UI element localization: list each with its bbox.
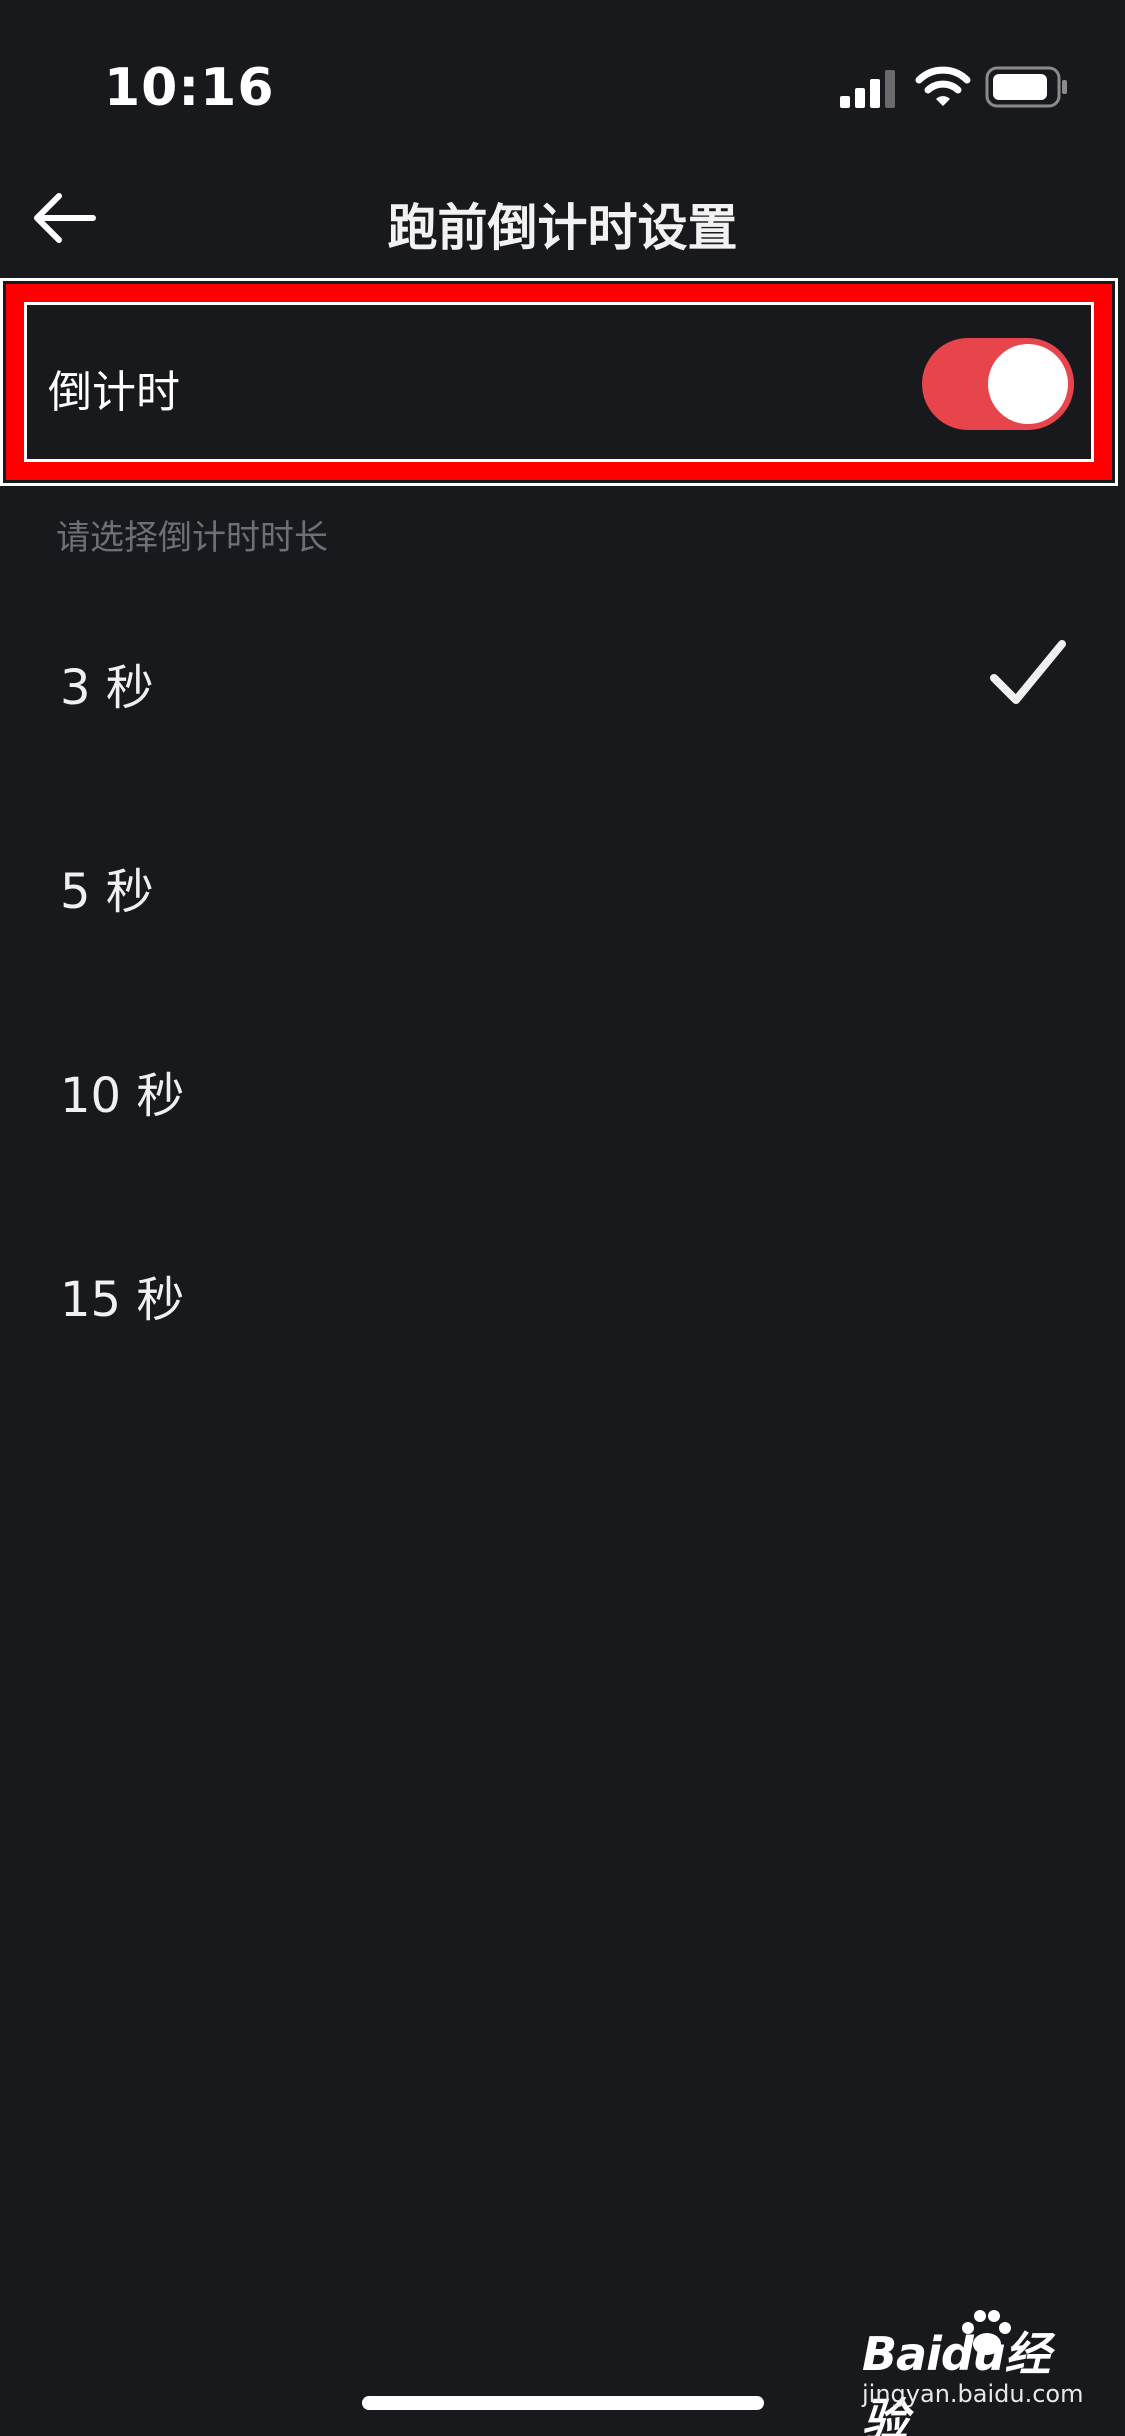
status-bar: 10:16	[0, 0, 1125, 170]
nav-bar: 跑前倒计时设置	[0, 170, 1125, 270]
option-label: 15 秒	[60, 1272, 185, 1328]
screen: 10:16 跑前倒计时设置 倒计时 请选择倒计时时长 3 秒 5 秒 10 秒 …	[0, 0, 1125, 2436]
status-time: 10:16	[104, 58, 275, 118]
watermark-url: jingyan.baidu.com	[862, 2380, 1084, 2408]
option-5-seconds[interactable]: 5 秒	[0, 782, 1125, 982]
option-15-seconds[interactable]: 15 秒	[0, 1190, 1125, 1390]
section-hint: 请选择倒计时时长	[56, 518, 328, 558]
countdown-toggle-switch[interactable]	[922, 338, 1074, 430]
battery-icon	[985, 66, 1067, 108]
toggle-knob	[988, 344, 1068, 424]
cellular-signal-icon	[840, 70, 895, 108]
option-10-seconds[interactable]: 10 秒	[0, 986, 1125, 1186]
home-indicator[interactable]	[362, 2396, 764, 2410]
paw-icon	[962, 2310, 1011, 2355]
countdown-toggle-label: 倒计时	[48, 367, 180, 418]
wifi-icon	[915, 66, 971, 106]
baidu-watermark: Baidu经验 jingyan.baidu.com	[862, 2310, 1083, 2436]
option-label: 3 秒	[60, 660, 154, 716]
checkmark-icon	[990, 640, 1066, 704]
option-3-seconds[interactable]: 3 秒	[0, 578, 1125, 778]
option-label: 10 秒	[60, 1068, 185, 1124]
option-label: 5 秒	[60, 864, 154, 920]
page-title: 跑前倒计时设置	[387, 199, 738, 257]
